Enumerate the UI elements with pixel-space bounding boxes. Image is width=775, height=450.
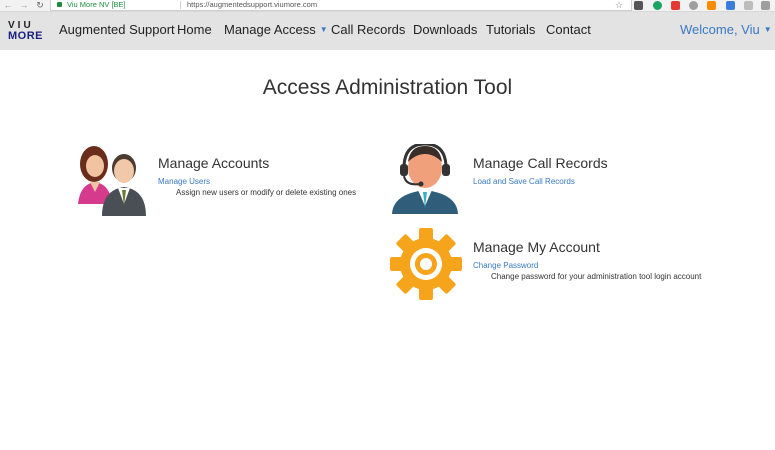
- nav-tutorials[interactable]: Tutorials: [486, 22, 535, 37]
- site-identity: Viu More NV [BE]: [67, 0, 126, 9]
- orange-extension-icon[interactable]: [707, 1, 716, 10]
- blue-extension-icon[interactable]: [726, 1, 735, 10]
- manage-accounts-title: Manage Accounts: [158, 155, 270, 171]
- manage-call-records-title: Manage Call Records: [473, 155, 608, 171]
- welcome-label: Welcome, Viu: [680, 22, 760, 37]
- extension-icon[interactable]: [744, 1, 753, 10]
- headset-operator-icon: [392, 144, 458, 214]
- url-text[interactable]: https://augmentedsupport.viumore.com: [187, 0, 317, 10]
- address-bar[interactable]: Viu More NV [BE] https://augmentedsuppor…: [50, 0, 632, 11]
- nav-manage-access[interactable]: Manage Access ▼: [224, 22, 328, 37]
- manage-users-link[interactable]: Manage Users: [158, 177, 210, 186]
- nav-manage-access-label: Manage Access: [224, 22, 316, 37]
- gray-extension-icon[interactable]: [689, 1, 698, 10]
- forward-arrow-icon[interactable]: →: [19, 0, 29, 11]
- manage-users-description: Assign new users or modify or delete exi…: [176, 188, 357, 197]
- users-icon: [78, 146, 146, 216]
- gear-icon: [390, 228, 462, 300]
- change-password-description: Change password for your administration …: [491, 272, 702, 281]
- address-divider: [180, 1, 181, 9]
- nav-augmented-support[interactable]: Augmented Support: [59, 22, 175, 37]
- nav-contact[interactable]: Contact: [546, 22, 591, 37]
- browser-toolbar: ← → ↻ Viu More NV [BE] https://augmented…: [0, 0, 775, 12]
- page-title: Access Administration Tool: [262, 76, 513, 99]
- site-navbar: VIU MORE Augmented Support Home Manage A…: [0, 12, 775, 50]
- menu-extension-icon[interactable]: [761, 1, 770, 10]
- viumore-logo[interactable]: VIU MORE: [8, 20, 44, 44]
- change-password-link[interactable]: Change Password: [473, 261, 538, 270]
- nav-call-records[interactable]: Call Records: [331, 22, 405, 37]
- manage-my-account-title: Manage My Account: [473, 239, 600, 255]
- caret-down-icon: ▼: [319, 25, 328, 34]
- nav-home[interactable]: Home: [177, 22, 212, 37]
- pocket-extension-icon[interactable]: [634, 1, 643, 10]
- lock-icon: [57, 2, 62, 7]
- caret-down-icon: ▼: [763, 25, 772, 34]
- red-extension-icon[interactable]: [671, 1, 680, 10]
- back-arrow-icon[interactable]: ←: [3, 0, 13, 11]
- green-extension-icon[interactable]: [653, 1, 662, 10]
- load-save-call-records-link[interactable]: Load and Save Call Records: [473, 177, 575, 186]
- bookmark-star-icon[interactable]: ☆: [615, 0, 623, 11]
- user-menu[interactable]: Welcome, Viu ▼: [680, 22, 772, 37]
- logo-bottom-text: MORE: [8, 30, 43, 42]
- reload-icon[interactable]: ↻: [35, 0, 45, 11]
- nav-downloads[interactable]: Downloads: [413, 22, 477, 37]
